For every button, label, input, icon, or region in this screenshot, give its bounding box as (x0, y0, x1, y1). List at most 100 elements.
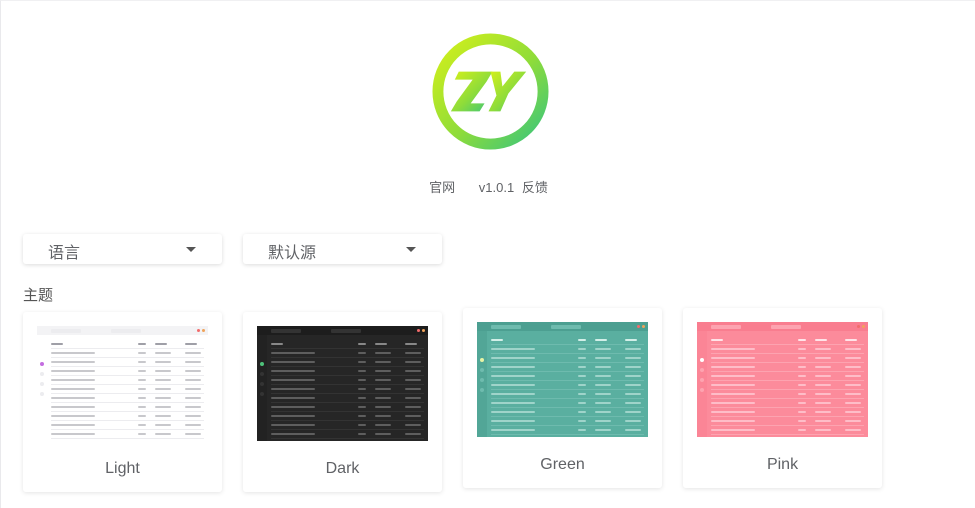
preview-cell (798, 357, 806, 359)
preview-cell (358, 415, 366, 417)
preview-cell (845, 420, 861, 422)
source-select[interactable]: 默认源 (243, 234, 442, 264)
preview-cell (155, 388, 171, 390)
theme-section-title: 主题 (23, 287, 54, 304)
preview-cell (625, 384, 641, 386)
preview-cell (625, 348, 641, 350)
preview-cell (625, 420, 641, 422)
preview-cell (358, 361, 366, 363)
preview-cell (138, 415, 146, 417)
preview-cell (155, 397, 171, 399)
preview-row-line (711, 362, 864, 363)
preview-cell (405, 433, 421, 435)
version-label: v1.0.1 (478, 180, 515, 195)
preview-cell (185, 424, 201, 426)
preview-cell (815, 393, 831, 395)
preview-cell (815, 357, 831, 359)
preview-cell (375, 361, 391, 363)
preview-cell (375, 415, 391, 417)
official-site-link[interactable]: 官网 (429, 177, 455, 196)
preview-row-line (51, 393, 204, 394)
preview-cell (185, 433, 201, 435)
preview-cell (138, 379, 146, 381)
theme-preview-dark (257, 326, 428, 441)
preview-cell (625, 357, 641, 359)
preview-cell (491, 411, 535, 413)
preview-cell (798, 411, 806, 413)
preview-cell (491, 357, 535, 359)
preview-cell (271, 370, 315, 372)
preview-row-line (271, 384, 424, 385)
preview-cell (845, 348, 861, 350)
preview-row-line (491, 389, 644, 390)
preview-cell (51, 415, 95, 417)
preview-search (51, 329, 81, 333)
preview-cell (375, 379, 391, 381)
preview-cell (185, 406, 201, 408)
theme-preview-green (477, 322, 648, 437)
preview-cell (271, 433, 315, 435)
language-select[interactable]: 语言 (23, 234, 222, 264)
preview-cell (711, 393, 755, 395)
preview-cell (798, 348, 806, 350)
preview-search (711, 325, 741, 329)
preview-cell (375, 388, 391, 390)
theme-card-green[interactable]: Green (463, 308, 662, 488)
preview-row-line (51, 420, 204, 421)
preview-sidebar-dot (700, 358, 704, 362)
theme-card-light[interactable]: Light (23, 312, 222, 492)
preview-cell (815, 348, 831, 350)
preview-cell (491, 348, 535, 350)
caret-down-icon (186, 247, 196, 252)
preview-cell (185, 388, 201, 390)
zy-logo-icon (431, 32, 550, 151)
preview-cell (625, 339, 637, 341)
preview-row-line (711, 389, 864, 390)
preview-window-button (417, 329, 420, 332)
feedback-link[interactable]: 反馈 (522, 177, 548, 196)
preview-cell (358, 343, 366, 345)
preview-cell (138, 352, 146, 354)
preview-row-line (491, 407, 644, 408)
preview-sidebar-dot (700, 368, 704, 372)
theme-preview-light (37, 326, 208, 441)
preview-sidebar (257, 335, 267, 441)
preview-cell (595, 393, 611, 395)
preview-cell (358, 370, 366, 372)
preview-search (271, 329, 301, 333)
preview-cell (51, 361, 95, 363)
theme-preview-mock (697, 322, 868, 437)
preview-window-button (862, 325, 865, 328)
preview-cell (138, 361, 146, 363)
preview-cell (138, 397, 146, 399)
preview-row-line (271, 348, 424, 349)
preview-sidebar-dot (40, 392, 44, 396)
preview-cell (578, 375, 586, 377)
preview-row-line (491, 434, 644, 435)
preview-cell (798, 429, 806, 431)
preview-cell (271, 415, 315, 417)
preview-cell (845, 375, 861, 377)
theme-card-pink[interactable]: Pink (683, 308, 882, 488)
preview-row-line (711, 425, 864, 426)
preview-cell (711, 384, 755, 386)
preview-cell (845, 429, 861, 431)
preview-row-line (51, 366, 204, 367)
preview-cell (845, 402, 861, 404)
preview-cell (51, 424, 95, 426)
preview-window-button (197, 329, 200, 332)
preview-cell (815, 402, 831, 404)
theme-card-dark[interactable]: Dark (243, 312, 442, 492)
preview-cell (491, 429, 535, 431)
settings-page: 官网 v1.0.1 反馈 语言 默认源 主题 Light Dark Green … (0, 0, 975, 508)
preview-cell (271, 352, 315, 354)
preview-cell (405, 397, 421, 399)
preview-cell (405, 388, 421, 390)
preview-cell (578, 411, 586, 413)
preview-cell (155, 415, 171, 417)
preview-cell (815, 411, 831, 413)
preview-cell (798, 366, 806, 368)
preview-cell (155, 370, 171, 372)
preview-cell (595, 429, 611, 431)
preview-row-line (271, 393, 424, 394)
